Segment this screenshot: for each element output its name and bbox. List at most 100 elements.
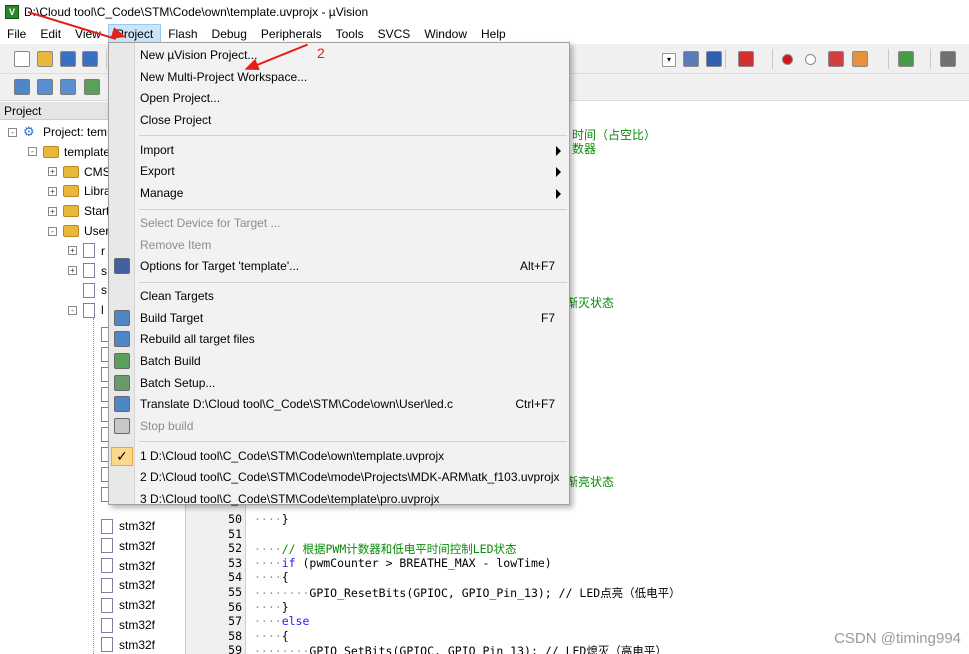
- tree-node[interactable]: - template: [28, 142, 110, 162]
- project-menu-item[interactable]: Batch Setup...: [109, 373, 569, 394]
- project-menu-item[interactable]: Open Project...: [109, 88, 569, 109]
- find-combo-dropdown[interactable]: ▾: [662, 53, 676, 67]
- menu-debug[interactable]: Debug: [205, 24, 254, 44]
- tree-node[interactable]: + Start: [48, 201, 109, 221]
- menu-item-label: Export: [140, 164, 175, 179]
- menu-file[interactable]: File: [0, 24, 33, 44]
- expand-toggle-icon[interactable]: +: [68, 266, 77, 276]
- tree-node[interactable]: s: [68, 280, 107, 300]
- tree-node[interactable]: -l: [68, 300, 104, 320]
- breakpoint-icon[interactable]: [782, 54, 793, 65]
- project-menu-item[interactable]: Export: [109, 161, 569, 182]
- menu-item-shortcut: Alt+F7: [519, 259, 555, 274]
- kill-breakpoints-icon[interactable]: [828, 51, 844, 67]
- collapse-toggle-icon[interactable]: -: [48, 226, 57, 236]
- code-line[interactable]: ········GPIO_SetBits(GPIOC, GPIO_Pin_13)…: [254, 643, 667, 654]
- code-comment-fragment: 渐亮状态: [566, 475, 615, 489]
- tree-node-stm-file[interactable]: stm32f: [101, 635, 155, 654]
- menu-item-shortcut: F7: [540, 310, 555, 325]
- project-menu-item[interactable]: 3 D:\Cloud tool\C_Code\STM\Code\template…: [109, 489, 569, 510]
- project-menu-item[interactable]: Import: [109, 140, 569, 161]
- code-line[interactable]: ····{: [254, 629, 289, 643]
- menu-item-shortcut: Ctrl+F7: [515, 397, 555, 412]
- tree-node[interactable]: - ⚙ Project: tem: [8, 122, 107, 142]
- batch-setup-icon: [114, 374, 130, 391]
- code-line[interactable]: ········GPIO_ResetBits(GPIOC, GPIO_Pin_1…: [254, 585, 681, 601]
- new-file-icon[interactable]: [14, 51, 30, 67]
- disabled-breakpoint-icon[interactable]: [805, 54, 816, 65]
- menu-edit[interactable]: Edit: [33, 24, 68, 44]
- tree-node[interactable]: + s: [68, 261, 107, 281]
- tree-node-stm-file[interactable]: stm32f: [101, 536, 155, 556]
- build-icon[interactable]: [37, 79, 53, 95]
- collapse-toggle-icon[interactable]: -: [8, 127, 17, 137]
- line-number: 51: [228, 526, 242, 541]
- project-menu-item[interactable]: Options for Target 'template'... Alt+F7: [109, 256, 569, 277]
- menu-item-label: 1 D:\Cloud tool\C_Code\STM\Code\own\temp…: [140, 448, 445, 463]
- indent-dots: ····: [254, 628, 282, 643]
- translate-icon[interactable]: [14, 79, 30, 95]
- project-menu-item[interactable]: Rebuild all target files: [109, 329, 569, 350]
- code-line[interactable]: ····}: [254, 512, 289, 526]
- indent-dots: ········: [254, 586, 310, 600]
- collapse-toggle-icon[interactable]: -: [68, 305, 77, 315]
- tree-node[interactable]: + CMS: [48, 162, 111, 182]
- tree-node-stm-file[interactable]: stm32f: [101, 516, 155, 536]
- project-menu-item[interactable]: ✓ 1 D:\Cloud tool\C_Code\STM\Code\own\tem…: [109, 446, 569, 467]
- tree-node-stm-file[interactable]: stm32f: [101, 575, 155, 595]
- menu-item-label: Import: [140, 142, 175, 157]
- expand-toggle-icon[interactable]: +: [48, 186, 57, 196]
- menu-item-label: Manage: [140, 186, 184, 200]
- window-layout-icon[interactable]: [898, 51, 914, 67]
- open-file-icon[interactable]: [37, 51, 53, 67]
- project-menu-item[interactable]: 2 D:\Cloud tool\C_Code\STM\Code\mode\Pro…: [109, 467, 569, 488]
- project-menu-item[interactable]: Batch Build: [109, 351, 569, 372]
- submenu-arrow-icon: [556, 189, 561, 199]
- project-menu-item[interactable]: New µVision Project...: [109, 45, 569, 66]
- tree-node-stm-file[interactable]: stm32f: [101, 556, 155, 576]
- file-icon: [83, 263, 95, 279]
- tree-node[interactable]: + r: [68, 241, 105, 261]
- project-menu-item[interactable]: Clean Targets: [109, 286, 569, 307]
- collapse-toggle-icon[interactable]: -: [28, 147, 37, 157]
- project-menu-item[interactable]: Close Project: [109, 110, 569, 131]
- project-menu-item[interactable]: New Multi-Project Workspace...: [109, 67, 569, 88]
- zoom-search-icon[interactable]: [738, 51, 754, 67]
- save-icon[interactable]: [60, 51, 76, 67]
- indent-dots: ········: [254, 644, 310, 654]
- menu-window[interactable]: Window: [417, 24, 474, 44]
- rebuild-icon[interactable]: [60, 79, 76, 95]
- code-line[interactable]: ····{: [254, 570, 289, 584]
- tree-node-stm-file[interactable]: stm32f: [101, 595, 155, 615]
- menu-tools[interactable]: Tools: [329, 24, 371, 44]
- tree-node-stm-file[interactable]: stm32f: [101, 615, 155, 635]
- project-menu-item[interactable]: Translate D:\Cloud tool\C_Code\STM\Code\…: [109, 394, 569, 415]
- project-menu-item[interactable]: Manage: [109, 183, 569, 204]
- tree-node[interactable]: + Libra: [48, 181, 111, 201]
- menu-flash[interactable]: Flash: [161, 24, 204, 44]
- batch-build-icon[interactable]: [84, 79, 100, 95]
- menu-peripherals[interactable]: Peripherals: [254, 24, 329, 44]
- menu-help[interactable]: Help: [474, 24, 513, 44]
- file-icon: [101, 597, 113, 613]
- expand-toggle-icon[interactable]: +: [68, 246, 77, 256]
- save-all-icon[interactable]: [82, 51, 98, 67]
- code-line[interactable]: ····// 根据PWM计数器和低电平时间控制LED状态: [254, 541, 517, 557]
- expand-toggle-icon[interactable]: +: [48, 206, 57, 216]
- tree-node[interactable]: - User: [48, 221, 109, 241]
- options-wand-icon: [114, 258, 130, 275]
- menu-svcs[interactable]: SVCS: [371, 24, 418, 44]
- project-menu-item[interactable]: Build Target F7: [109, 308, 569, 329]
- menu-item-label: Select Device for Target ...: [140, 216, 281, 230]
- find-in-files-icon[interactable]: [683, 51, 699, 67]
- options-icon[interactable]: [852, 51, 868, 67]
- code-line[interactable]: ····if (pwmCounter > BREATHE_MAX - lowTi…: [254, 556, 552, 570]
- line-number: 53: [228, 555, 242, 570]
- code-line[interactable]: ····else: [254, 614, 309, 628]
- menu-separator: [139, 441, 567, 443]
- code-line[interactable]: ····}: [254, 600, 289, 614]
- expand-toggle-icon[interactable]: +: [48, 167, 57, 177]
- configure-icon[interactable]: [940, 51, 956, 67]
- debug-tool-icon[interactable]: [706, 51, 722, 67]
- tree-node-label: template: [64, 144, 111, 159]
